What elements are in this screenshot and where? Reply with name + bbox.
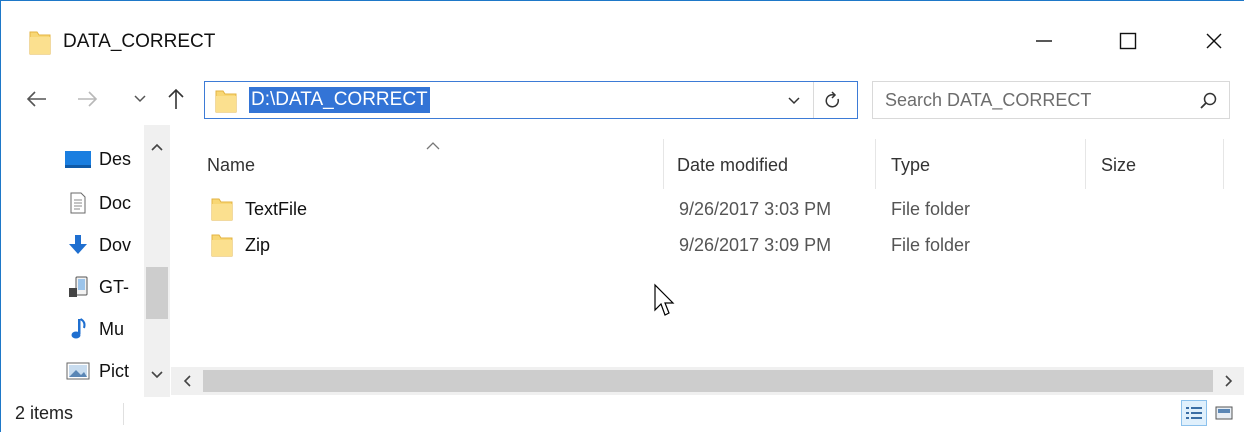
desktop-icon: [63, 147, 93, 171]
sidebar-item-documents[interactable]: Doc: [63, 185, 147, 221]
search-box[interactable]: [872, 81, 1230, 119]
title-bar[interactable]: DATA_CORRECT: [1, 1, 1244, 75]
column-divider[interactable]: [1223, 139, 1224, 189]
status-bar: 2 items: [1, 395, 1244, 432]
maximize-icon: [1119, 32, 1137, 50]
minimize-icon: [1036, 40, 1052, 42]
item-count: 2 items: [15, 403, 74, 423]
sidebar-item-label: GT-: [99, 276, 129, 297]
chevron-left-icon: [183, 375, 191, 387]
navigation-pane: Des Doc Dov GT- Mu Pict: [1, 125, 171, 397]
arrow-left-icon: [26, 91, 46, 107]
details-view-button[interactable]: [1181, 400, 1207, 426]
horizontal-scrollbar[interactable]: [171, 367, 1244, 395]
search-icon[interactable]: [1199, 91, 1219, 111]
chevron-up-icon: [151, 143, 163, 151]
window-title: DATA_CORRECT: [63, 31, 216, 52]
address-path[interactable]: D:\DATA_CORRECT: [249, 87, 430, 113]
chevron-down-icon: [788, 97, 800, 105]
column-divider[interactable]: [663, 139, 664, 189]
scroll-right-button[interactable]: [1217, 369, 1241, 393]
sidebar-item-desktop[interactable]: Des: [63, 141, 147, 177]
column-divider[interactable]: [1085, 139, 1086, 189]
sidebar-item-downloads[interactable]: Dov: [63, 227, 147, 263]
file-row[interactable]: TextFile 9/26/2017 3:03 PM File folder: [207, 191, 1237, 227]
chevron-down-icon: [151, 371, 163, 379]
chevron-down-icon: [134, 95, 146, 103]
explorer-window: DATA_CORRECT D:\DATA_CORRECT Search DATA…: [0, 0, 1244, 432]
arrow-up-icon: [168, 88, 184, 109]
search-input[interactable]: [885, 82, 1185, 118]
minimize-button[interactable]: [1017, 19, 1071, 63]
scroll-thumb[interactable]: [203, 370, 1213, 392]
large-icons-view-button[interactable]: [1211, 400, 1237, 426]
sidebar-item-label: Pict: [99, 360, 130, 381]
sidebar-item-label: Mu: [99, 318, 125, 339]
back-button[interactable]: [23, 83, 51, 115]
column-divider[interactable]: [875, 139, 876, 189]
column-header-type[interactable]: Type: [891, 147, 930, 183]
file-type: File folder: [891, 235, 971, 255]
scroll-left-button[interactable]: [175, 369, 199, 393]
file-date: 9/26/2017 3:03 PM: [679, 199, 832, 219]
arrow-right-icon: [78, 91, 98, 107]
scroll-thumb[interactable]: [146, 267, 168, 319]
refresh-button[interactable]: [819, 88, 847, 114]
address-dropdown-button[interactable]: [783, 90, 805, 112]
file-name: Zip: [245, 235, 271, 255]
refresh-icon: [825, 91, 839, 108]
sidebar-item-label: Des: [99, 148, 132, 169]
folder-icon: [29, 29, 51, 55]
sidebar-item-device[interactable]: GT-: [63, 269, 147, 305]
sidebar-scrollbar[interactable]: [144, 125, 170, 397]
folder-icon: [211, 233, 233, 257]
maximize-button[interactable]: [1101, 19, 1155, 63]
forward-button[interactable]: [73, 83, 101, 115]
column-header-date[interactable]: Date modified: [677, 147, 788, 183]
folder-icon: [215, 89, 237, 113]
sidebar-item-label: Dov: [99, 234, 132, 255]
large-icons-view-icon: [1215, 406, 1233, 420]
sidebar-item-label: Doc: [99, 192, 132, 213]
device-icon: [63, 275, 93, 299]
scroll-down-button[interactable]: [144, 363, 170, 387]
sort-ascending-icon: [425, 135, 441, 150]
navigation-bar: D:\DATA_CORRECT: [1, 75, 1244, 125]
file-row[interactable]: Zip 9/26/2017 3:09 PM File folder: [207, 227, 1237, 263]
file-type: File folder: [891, 199, 971, 219]
close-icon: [1206, 33, 1222, 49]
music-icon: [63, 317, 93, 341]
downloads-icon: [63, 233, 93, 257]
column-header-name[interactable]: Name: [207, 147, 255, 183]
sidebar-item-pictures[interactable]: Pict: [63, 353, 147, 389]
folder-icon: [211, 197, 233, 221]
status-divider: [123, 403, 124, 425]
pictures-icon: [63, 359, 93, 383]
details-view-icon: [1186, 407, 1202, 419]
scroll-up-button[interactable]: [144, 135, 170, 159]
file-list: Name Date modified Type Size TextFile 9/…: [171, 125, 1244, 395]
file-date: 9/26/2017 3:09 PM: [679, 235, 832, 255]
column-header-size[interactable]: Size: [1101, 147, 1136, 183]
up-button[interactable]: [163, 83, 189, 115]
chevron-right-icon: [1225, 375, 1233, 387]
address-divider: [813, 82, 814, 118]
mouse-pointer-icon: [654, 283, 675, 316]
documents-icon: [63, 191, 93, 215]
file-name: TextFile: [245, 199, 308, 219]
address-bar[interactable]: D:\DATA_CORRECT: [204, 81, 858, 119]
recent-locations-button[interactable]: [129, 83, 151, 115]
close-button[interactable]: [1187, 19, 1241, 63]
sidebar-item-music[interactable]: Mu: [63, 311, 147, 347]
